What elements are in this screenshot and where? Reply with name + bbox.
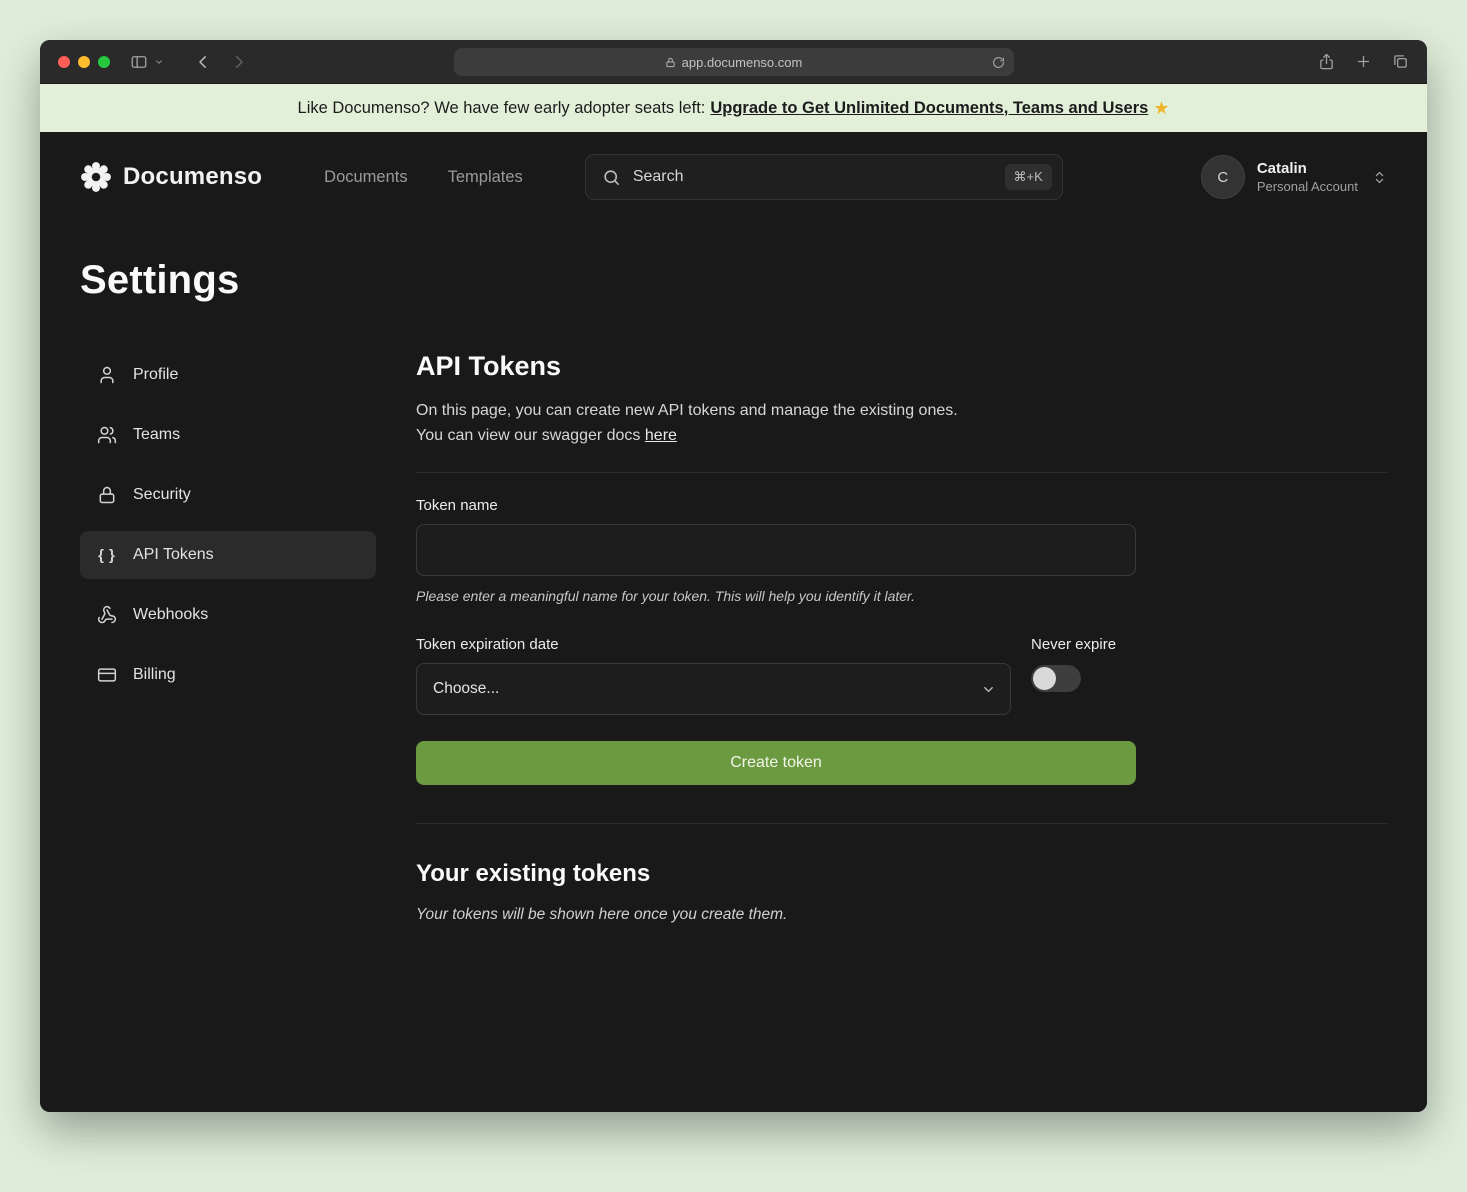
existing-tokens-heading: Your existing tokens <box>416 860 1387 888</box>
new-tab-button[interactable] <box>1355 53 1372 70</box>
main-nav: Documents Templates <box>324 168 523 187</box>
divider <box>416 472 1387 473</box>
reload-button[interactable] <box>992 56 1005 69</box>
toolbar-right-group <box>1318 53 1409 70</box>
reload-icon <box>992 56 1005 69</box>
search-placeholder: Search <box>633 168 1005 186</box>
braces-icon: { } <box>96 547 118 564</box>
account-name: Catalin <box>1257 159 1358 178</box>
section-description-line1: On this page, you can create new API tok… <box>416 398 1387 423</box>
sidebar-item-label: Security <box>133 486 191 504</box>
sidebar-item-security[interactable]: Security <box>80 471 376 519</box>
never-expire-field: Never expire <box>1031 630 1136 715</box>
existing-tokens-empty-note: Your tokens will be shown here once you … <box>416 906 1387 924</box>
forward-arrow-icon <box>230 53 248 71</box>
chevrons-up-down-icon <box>1372 170 1387 185</box>
settings-layout: Profile Teams Security { } API Token <box>80 351 1387 924</box>
sidebar-item-profile[interactable]: Profile <box>80 351 376 399</box>
never-expire-label: Never expire <box>1031 636 1136 653</box>
credit-card-icon <box>96 665 118 685</box>
section-description-line2: You can view our swagger docs here <box>416 423 1387 448</box>
sidebar-item-label: Teams <box>133 426 180 444</box>
sidebar-menu-chevron[interactable] <box>154 57 164 67</box>
account-type: Personal Account <box>1257 178 1358 195</box>
plus-icon <box>1355 53 1372 70</box>
divider <box>416 823 1387 824</box>
page-title: Settings <box>80 258 1387 303</box>
close-window-button[interactable] <box>58 56 70 68</box>
account-menu[interactable]: C Catalin Personal Account <box>1201 155 1387 199</box>
users-icon <box>96 425 118 445</box>
tabs-icon <box>1392 53 1409 70</box>
avatar: C <box>1201 155 1245 199</box>
tab-overview-button[interactable] <box>1392 53 1409 70</box>
back-button[interactable] <box>194 53 212 71</box>
section-heading: API Tokens <box>416 351 1387 382</box>
never-expire-toggle[interactable] <box>1031 665 1081 692</box>
upgrade-link[interactable]: Upgrade to Get Unlimited Documents, Team… <box>710 99 1148 118</box>
ssl-lock-icon <box>665 57 676 68</box>
chevron-down-icon <box>981 682 996 697</box>
search-icon <box>602 168 621 187</box>
browser-toolbar: app.documenso.com <box>40 40 1427 84</box>
promo-banner: Like Documenso? We have few early adopte… <box>40 84 1427 132</box>
nav-documents[interactable]: Documents <box>324 168 407 187</box>
expiration-row: Token expiration date Choose... Never ex… <box>416 630 1136 715</box>
sidebar-item-webhooks[interactable]: Webhooks <box>80 591 376 639</box>
app-header: Documenso Documents Templates Search ⌘+K… <box>40 132 1427 200</box>
sidebar-item-teams[interactable]: Teams <box>80 411 376 459</box>
forward-button[interactable] <box>230 53 248 71</box>
browser-window: app.documenso.com Like Documenso? We hav… <box>40 40 1427 1112</box>
settings-sidebar: Profile Teams Security { } API Token <box>80 351 376 924</box>
sidebar-item-label: API Tokens <box>133 546 214 564</box>
token-name-input[interactable] <box>416 524 1136 576</box>
sidebar-icon <box>130 53 148 71</box>
documenso-logo-icon <box>80 161 112 193</box>
token-name-hint: Please enter a meaningful name for your … <box>416 588 1136 604</box>
create-token-form: Token name Please enter a meaningful nam… <box>416 497 1136 785</box>
expiration-select-value: Choose... <box>433 680 499 698</box>
url-text: app.documenso.com <box>682 55 803 70</box>
share-button[interactable] <box>1318 53 1335 70</box>
sidebar-item-label: Billing <box>133 666 176 684</box>
app-root: Documenso Documents Templates Search ⌘+K… <box>40 132 1427 1112</box>
address-bar[interactable]: app.documenso.com <box>454 48 1014 76</box>
token-name-label: Token name <box>416 497 1136 514</box>
sidebar-item-api-tokens[interactable]: { } API Tokens <box>80 531 376 579</box>
brand-logo[interactable]: Documenso <box>80 161 262 193</box>
promo-text: Like Documenso? We have few early adopte… <box>298 99 706 118</box>
webhook-icon <box>96 605 118 625</box>
swagger-docs-link[interactable]: here <box>645 427 677 444</box>
expiration-field: Token expiration date Choose... <box>416 630 1011 715</box>
star-icon: ★ <box>1153 98 1169 119</box>
user-icon <box>96 365 118 385</box>
toggle-knob <box>1033 667 1056 690</box>
chevron-down-icon <box>154 57 164 67</box>
sidebar-item-label: Webhooks <box>133 606 208 624</box>
zoom-window-button[interactable] <box>98 56 110 68</box>
search-shortcut-badge: ⌘+K <box>1005 164 1052 190</box>
back-arrow-icon <box>194 53 212 71</box>
sidebar-item-billing[interactable]: Billing <box>80 651 376 699</box>
sidebar-toggle-button[interactable] <box>130 53 148 71</box>
sidebar-item-label: Profile <box>133 366 178 384</box>
brand-name: Documenso <box>123 163 262 191</box>
nav-templates[interactable]: Templates <box>448 168 523 187</box>
share-icon <box>1318 53 1335 70</box>
minimize-window-button[interactable] <box>78 56 90 68</box>
create-token-button[interactable]: Create token <box>416 741 1136 785</box>
api-tokens-panel: API Tokens On this page, you can create … <box>416 351 1387 924</box>
lock-icon <box>96 485 118 505</box>
expiration-label: Token expiration date <box>416 636 1011 653</box>
traffic-lights <box>58 56 110 68</box>
search-input[interactable]: Search ⌘+K <box>585 154 1063 200</box>
account-labels: Catalin Personal Account <box>1257 159 1358 195</box>
expiration-select[interactable]: Choose... <box>416 663 1011 715</box>
